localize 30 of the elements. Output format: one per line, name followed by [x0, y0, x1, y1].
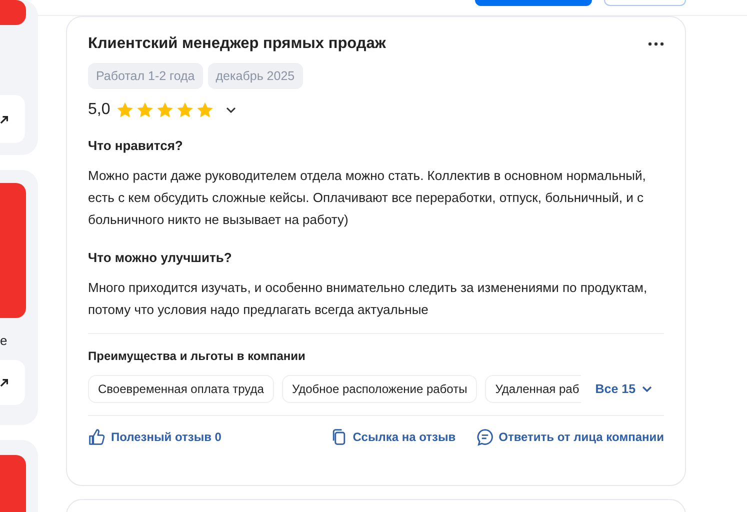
star-icon — [116, 101, 134, 119]
benefit-chip: Своевременная оплата труда — [88, 375, 274, 403]
section-heading: Что нравится? — [88, 138, 184, 153]
benefit-chip: Удобное расположение работы — [282, 375, 478, 403]
action-link[interactable]: Полезный отзыв 0 — [88, 428, 222, 446]
tag: Работал 1-2 года — [88, 63, 203, 89]
section-heading: Что можно улучшить? — [88, 250, 233, 265]
arrow-icon[interactable] — [0, 114, 9, 124]
star-icon — [196, 101, 214, 119]
action-link[interactable]: Ссылка на отзыв — [330, 428, 456, 446]
review-title: Клиентский менеджер прямых продаж — [88, 35, 386, 53]
chevron-down-icon — [642, 386, 652, 392]
arrow-icon[interactable] — [0, 378, 9, 387]
review-text: Можно расти даже руководителем отдела можно стать. Коллектив в основном нормальный, есть с кем обсудить сложные кейсы. Оплачивают все переработки, отпуск, больничный, и с больничного никто не вызывает на работу) — [88, 167, 647, 229]
side-text: e — [0, 334, 8, 348]
star-icon — [136, 101, 154, 119]
chat-bubble-icon — [476, 428, 494, 446]
tag: декабрь 2025 — [208, 63, 303, 89]
show-all-button[interactable]: Все 15 — [595, 382, 652, 396]
benefits-heading: Преимущества и льготы в компании — [88, 349, 306, 363]
review-text: Много приходится изучать, и особенно внимательно следить за изменениями по продуктам, потому что условия надо предлагать всегда актуальные — [88, 279, 648, 319]
thumbs-up-icon — [88, 428, 106, 446]
star-icon — [156, 101, 174, 119]
benefit-chip: Удаленная раб — [485, 375, 582, 403]
rating-value: 5,0 — [88, 101, 110, 119]
star-icon — [176, 101, 194, 119]
chevron-down-icon[interactable] — [226, 107, 236, 113]
more-icon[interactable] — [648, 42, 664, 46]
action-link[interactable]: Ответить от лица компании — [476, 428, 664, 446]
promo-banner — [0, 0, 26, 25]
